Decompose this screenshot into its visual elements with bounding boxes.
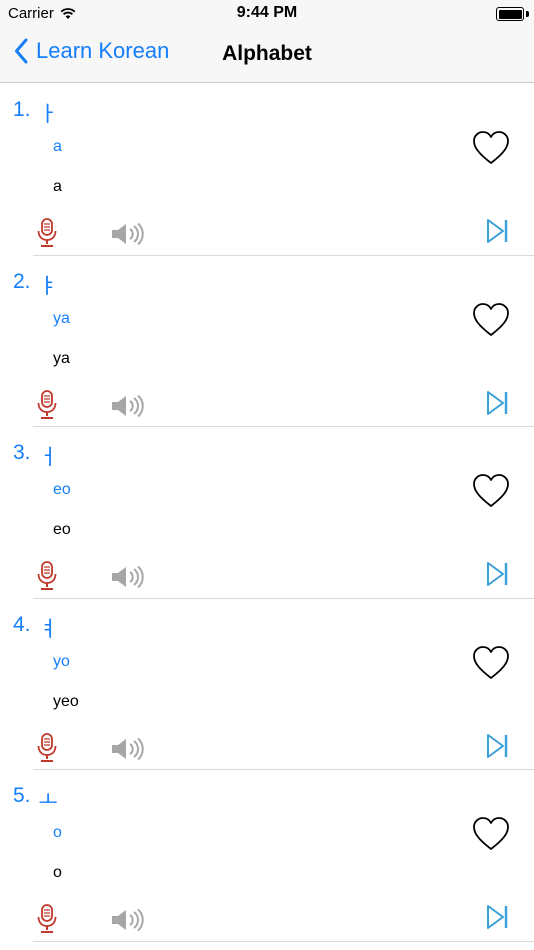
korean-letter: ㅗ (38, 789, 58, 812)
microphone-icon[interactable] (36, 561, 58, 591)
romanization: yo (53, 652, 70, 670)
item-number: 2. (13, 269, 31, 293)
item-number: 3. (13, 441, 31, 464)
navigation-bar: Learn Korean Alphabet (0, 28, 534, 83)
speaker-icon[interactable] (110, 908, 150, 932)
speaker-icon[interactable] (110, 394, 150, 418)
microphone-icon[interactable] (36, 389, 58, 420)
pronunciation: ya (53, 349, 70, 367)
microphone-icon[interactable] (36, 732, 58, 763)
list-item: 3. ㅓ eo eo (0, 427, 534, 599)
heart-icon[interactable] (472, 130, 510, 166)
romanization: ya (53, 309, 70, 327)
pronunciation: a (53, 178, 62, 195)
letter-heading: 4. ㅕ (13, 613, 58, 643)
list-item: 2. ㅑ ya ya (0, 256, 534, 427)
microphone-icon[interactable] (36, 218, 58, 248)
heart-icon[interactable] (472, 302, 510, 338)
battery-tip (526, 11, 529, 17)
korean-letter: ㅕ (38, 617, 58, 641)
row-divider (33, 940, 534, 942)
skip-next-icon[interactable] (486, 390, 510, 416)
letter-heading: 5. ㅗ (13, 784, 58, 814)
romanization: a (53, 138, 62, 155)
pronunciation: o (53, 864, 62, 881)
heart-icon[interactable] (472, 473, 510, 509)
item-number: 5. (13, 784, 31, 807)
item-number: 4. (13, 612, 31, 636)
speaker-icon[interactable] (110, 222, 150, 246)
microphone-icon[interactable] (36, 904, 58, 934)
skip-next-icon[interactable] (486, 561, 510, 587)
letter-heading: 1. ㅏ (13, 98, 58, 128)
heart-icon[interactable] (472, 816, 510, 852)
alphabet-list: 1. ㅏ a a 2. ㅑ ya ya 3. ㅓ eo eo 4. ㅕ yo y… (0, 84, 534, 942)
pronunciation: yeo (53, 692, 79, 710)
speaker-icon[interactable] (110, 565, 150, 589)
status-bar: Carrier 9:44 PM (0, 0, 534, 28)
skip-next-icon[interactable] (486, 218, 510, 244)
romanization: eo (53, 481, 71, 498)
pronunciation: eo (53, 521, 71, 538)
korean-letter: ㅓ (38, 446, 58, 469)
romanization: o (53, 824, 62, 841)
korean-letter: ㅏ (38, 103, 58, 126)
status-time: 9:44 PM (236, 4, 298, 21)
page-title: Alphabet (222, 42, 312, 65)
item-number: 1. (13, 98, 31, 121)
skip-next-icon[interactable] (486, 733, 510, 759)
heart-icon[interactable] (472, 645, 510, 681)
list-item: 5. ㅗ o o (0, 770, 534, 942)
letter-heading: 2. ㅑ (13, 270, 58, 300)
letter-heading: 3. ㅓ (13, 441, 58, 471)
battery-icon (496, 7, 524, 21)
speaker-icon[interactable] (110, 737, 150, 761)
list-item: 4. ㅕ yo yeo (0, 599, 534, 770)
skip-next-icon[interactable] (486, 904, 510, 930)
list-item: 1. ㅏ a a (0, 84, 534, 256)
korean-letter: ㅑ (38, 274, 58, 298)
